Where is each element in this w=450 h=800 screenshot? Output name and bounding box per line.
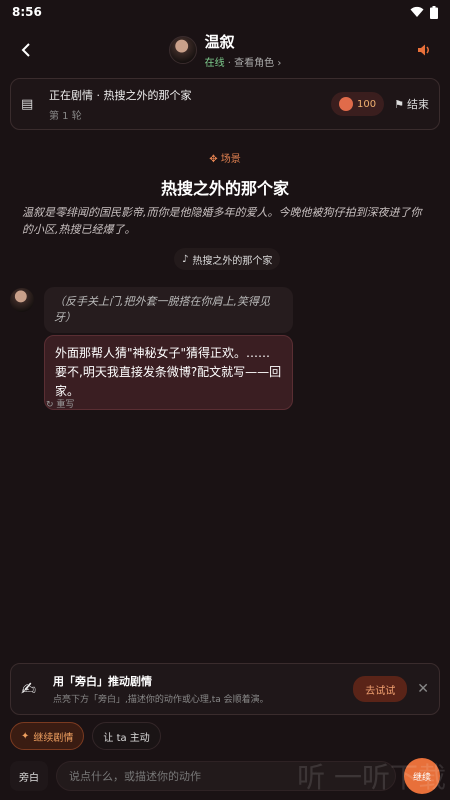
flag-icon: ⚑: [394, 97, 404, 111]
chevron-left-icon: [21, 43, 30, 57]
music-note-icon: ♪: [182, 253, 189, 265]
coin-count: 100: [357, 98, 377, 110]
refresh-icon: ↻: [46, 400, 54, 410]
end-label: 结束: [407, 98, 429, 111]
chat-header: 温叙 在线 · 查看角色 ›: [0, 28, 450, 72]
end-button[interactable]: ⚑ 结束: [394, 96, 429, 112]
sound-button[interactable]: [412, 38, 436, 62]
sparkle-icon: ✦: [21, 730, 30, 742]
book-icon: ▤: [21, 96, 34, 112]
status-icons: [410, 5, 438, 19]
coin-badge[interactable]: 100: [331, 92, 385, 116]
plot-round: 第 1 轮: [49, 110, 82, 122]
status-separator: ·: [224, 58, 235, 69]
close-icon[interactable]: ✕: [417, 681, 429, 697]
scene-tag-label: 场景: [220, 154, 241, 165]
speaker-icon: [418, 44, 429, 56]
quick-actions: ✦ 继续剧情 让 ta 主动: [10, 722, 161, 750]
scene-tag-icon: ✥: [209, 154, 218, 165]
music-chip[interactable]: ♪ 热搜之外的那个家: [174, 248, 281, 270]
try-button[interactable]: 去试试: [353, 676, 408, 702]
wifi-icon: [410, 6, 424, 17]
coin-icon: [339, 97, 354, 111]
scene-title: 热搜之外的那个家: [160, 179, 289, 198]
avatar[interactable]: [168, 36, 197, 64]
continue-story-chip[interactable]: ✦ 继续剧情: [10, 722, 85, 750]
scene-tag: ✥ 场景: [0, 150, 450, 165]
narration-tip-card: ✍ 用「旁白」推动剧情 点亮下方「旁白」,描述你的动作或心理,ta 会顺着演。 …: [10, 663, 440, 715]
tip-subtitle: 点亮下方「旁白」,描述你的动作或心理,ta 会顺着演。: [53, 695, 269, 705]
back-button[interactable]: [14, 38, 38, 62]
character-status: 在线 · 查看角色 ›: [205, 54, 282, 69]
plot-title: 正在剧情 · 热搜之外的那个家: [49, 88, 192, 102]
status-time: 8:56: [12, 5, 42, 19]
view-role-link[interactable]: 查看角色 ›: [234, 58, 281, 69]
status-bar: 8:56: [0, 0, 450, 24]
character-info[interactable]: 温叙 在线 · 查看角色 ›: [205, 31, 282, 69]
current-plot-card[interactable]: ▤ 正在剧情 · 热搜之外的那个家 第 1 轮 100 ⚑ 结束: [10, 78, 440, 130]
writing-hand-icon: ✍: [21, 678, 37, 700]
rewrite-button[interactable]: ↻ 重写: [46, 397, 74, 410]
action-bubble: （反手关上门,把外套一脱搭在你肩上,笑得见牙）: [44, 287, 293, 333]
character-name: 温叙: [204, 33, 235, 51]
tip-title: 用「旁白」推动剧情: [53, 675, 152, 688]
narration-button[interactable]: 旁白: [10, 761, 48, 791]
speech-bubble[interactable]: 外面那帮人猜"神秘女子"猜得正欢。……要不,明天我直接发条微博?配文就写——回家…: [44, 335, 293, 410]
let-ta-chip[interactable]: 让 ta 主动: [92, 722, 161, 750]
let-ta-label: 让 ta 主动: [103, 732, 150, 744]
scene-description: 温叙是零绯闻的国民影帝,而你是他隐婚多年的爱人。今晚他被狗仔拍到深夜进了你的小区…: [22, 206, 422, 236]
continue-story-label: 继续剧情: [33, 732, 74, 744]
battery-icon: [430, 5, 438, 19]
music-title: 热搜之外的那个家: [192, 255, 273, 267]
message-avatar[interactable]: [10, 288, 34, 312]
watermark: 听 一听下载: [297, 761, 446, 794]
online-status: 在线: [204, 58, 225, 69]
rewrite-label: 重写: [56, 400, 75, 410]
